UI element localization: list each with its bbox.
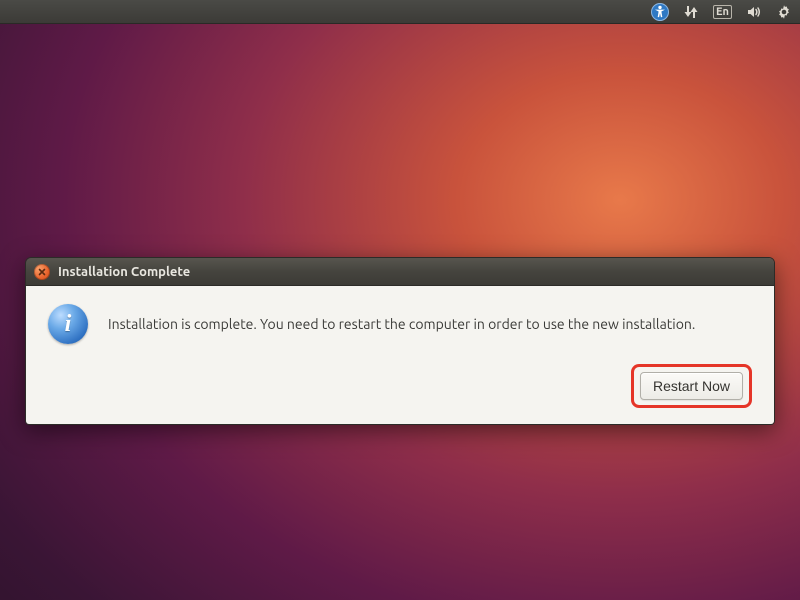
info-icon: i — [48, 304, 88, 344]
top-panel: En — [0, 0, 800, 24]
gear-icon[interactable] — [776, 4, 792, 20]
dialog-message-row: i Installation is complete. You need to … — [48, 304, 752, 344]
language-indicator[interactable]: En — [713, 5, 732, 19]
dialog-button-row: Restart Now — [48, 364, 752, 408]
dialog-message: Installation is complete. You need to re… — [108, 316, 695, 332]
dialog-titlebar[interactable]: Installation Complete — [26, 258, 774, 286]
close-button[interactable] — [34, 264, 50, 280]
restart-now-button[interactable]: Restart Now — [640, 372, 743, 400]
network-icon[interactable] — [683, 4, 699, 20]
restart-button-highlight: Restart Now — [631, 364, 752, 408]
installation-complete-dialog: Installation Complete i Installation is … — [25, 257, 775, 425]
dialog-body: i Installation is complete. You need to … — [26, 286, 774, 424]
volume-icon[interactable] — [746, 4, 762, 20]
dialog-title: Installation Complete — [58, 265, 190, 279]
accessibility-icon[interactable] — [651, 3, 669, 21]
